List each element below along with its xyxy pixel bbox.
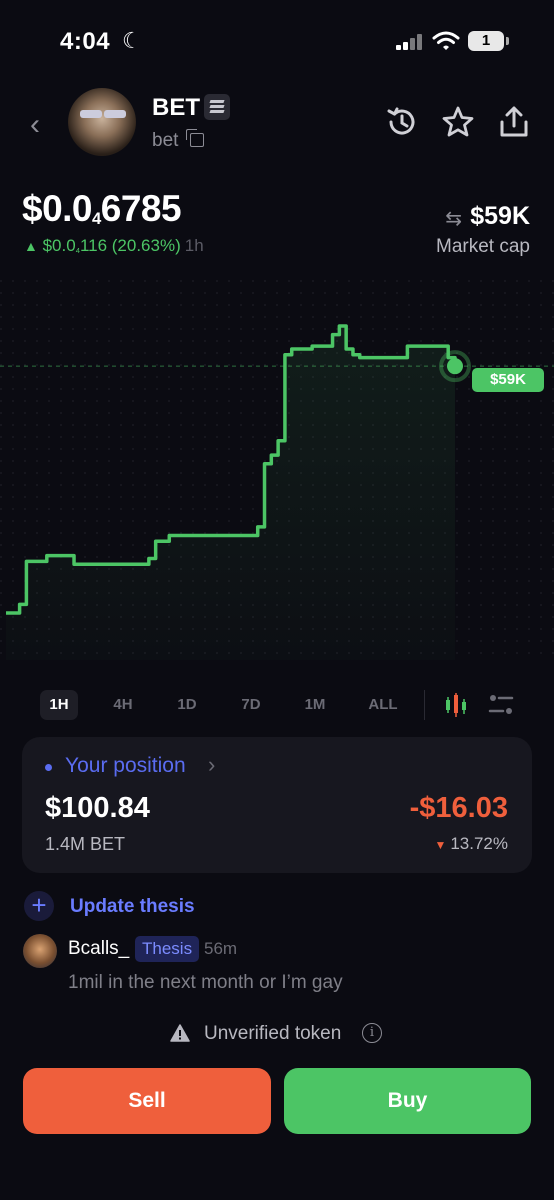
candlestick-icon[interactable] bbox=[444, 692, 468, 718]
position-value: $100.84 bbox=[45, 792, 150, 824]
status-dot bbox=[45, 764, 52, 771]
up-triangle-icon: ▲ bbox=[24, 238, 38, 254]
timeframe-tab-1h[interactable]: 1H bbox=[40, 690, 78, 720]
info-icon[interactable]: i bbox=[362, 1023, 382, 1043]
plus-icon[interactable]: + bbox=[24, 891, 54, 921]
change-period: 1h bbox=[184, 236, 204, 255]
position-amount: 1.4M BET bbox=[45, 834, 126, 854]
timeframe-tab-all[interactable]: ALL bbox=[364, 690, 402, 720]
timeframe-tab-1m[interactable]: 1M bbox=[296, 690, 334, 720]
unverified-token-label: Unverified token bbox=[204, 1023, 342, 1044]
copy-icon[interactable] bbox=[186, 129, 204, 147]
share-icon[interactable] bbox=[496, 104, 532, 140]
position-pnl: -$16.03 bbox=[409, 792, 508, 824]
position-title[interactable]: Your position bbox=[65, 754, 186, 778]
price-chart[interactable] bbox=[0, 280, 554, 660]
moon-icon: ☾ bbox=[122, 28, 142, 53]
position-pnl-percent: ▼ 13.72% bbox=[434, 834, 508, 853]
swap-icon[interactable]: ⇆ bbox=[445, 206, 462, 231]
chart-settings-icon[interactable] bbox=[488, 692, 514, 718]
history-icon[interactable] bbox=[384, 104, 420, 140]
star-icon[interactable] bbox=[440, 104, 476, 140]
timeframe-tab-1d[interactable]: 1D bbox=[168, 690, 206, 720]
token-name: bet bbox=[152, 130, 179, 151]
update-thesis-button[interactable]: Update thesis bbox=[70, 896, 195, 918]
sell-button[interactable]: Sell bbox=[23, 1068, 271, 1134]
warning-icon bbox=[170, 1024, 190, 1042]
status-time: 4:04 bbox=[60, 28, 111, 55]
current-point bbox=[447, 358, 463, 375]
thesis-badge: Thesis bbox=[135, 936, 200, 962]
timeframe-tab-4h[interactable]: 4H bbox=[104, 690, 142, 720]
market-cap-label: Market cap bbox=[436, 236, 530, 257]
token-price: $0.046785 bbox=[22, 188, 182, 229]
solana-icon bbox=[204, 94, 230, 120]
wifi-icon bbox=[432, 31, 460, 50]
time-ago: 56m bbox=[204, 939, 238, 958]
username[interactable]: Bcalls_ bbox=[68, 938, 129, 960]
current-value-badge: $59K bbox=[472, 368, 544, 392]
buy-button[interactable]: Buy bbox=[284, 1068, 531, 1134]
market-cap-value: $59K bbox=[470, 202, 530, 230]
user-avatar[interactable] bbox=[23, 934, 57, 968]
down-triangle-icon: ▼ bbox=[434, 838, 447, 852]
token-avatar bbox=[68, 88, 136, 156]
battery-icon: 1 bbox=[468, 31, 509, 51]
signal-icon bbox=[396, 34, 424, 50]
timeframe-tab-7d[interactable]: 7D bbox=[232, 690, 270, 720]
back-icon[interactable]: ‹ bbox=[30, 108, 40, 142]
price-change: ▲ $0.04116 (20.63%) 1h bbox=[24, 236, 204, 255]
thesis-message: 1mil in the next month or I’m gay bbox=[68, 972, 343, 993]
chevron-right-icon[interactable]: › bbox=[208, 752, 215, 778]
token-ticker: BET bbox=[152, 94, 200, 121]
divider bbox=[424, 690, 425, 720]
